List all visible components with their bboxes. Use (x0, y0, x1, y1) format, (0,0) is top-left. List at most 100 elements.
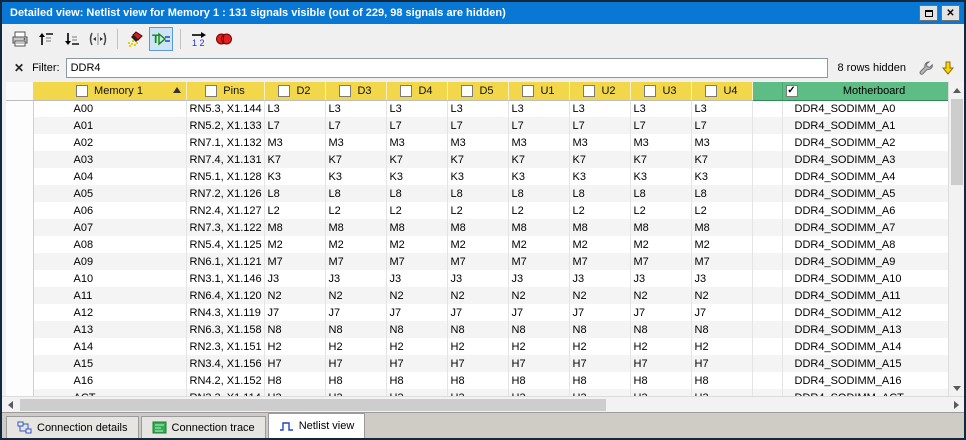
pins-cell[interactable]: RN7.3, X1.122 (186, 219, 264, 236)
pin-cell[interactable]: J3 (264, 270, 325, 287)
scroll-right-button[interactable] (948, 397, 964, 412)
u4-checkbox[interactable] (705, 85, 717, 97)
pin-cell[interactable]: N8 (691, 321, 752, 338)
signal-cell[interactable]: A03 (33, 151, 186, 168)
pin-cell[interactable]: L2 (691, 202, 752, 219)
pin-cell[interactable]: M7 (691, 253, 752, 270)
pin-cell[interactable]: L7 (691, 117, 752, 134)
pin-cell[interactable]: H7 (630, 355, 691, 372)
pin-cell[interactable]: L3 (264, 100, 325, 117)
vertical-scroll-thumb[interactable] (951, 99, 963, 185)
pin-cell[interactable]: M2 (325, 236, 386, 253)
motherboard-cell[interactable]: DDR4_SODIMM_A1 (782, 117, 948, 134)
table-row[interactable]: A01RN5.2, X1.133L7L7L7L7L7L7L7L7DDR4_SOD… (6, 117, 948, 134)
signal-cell[interactable]: A06 (33, 202, 186, 219)
pin-cell[interactable]: M7 (386, 253, 447, 270)
table-row[interactable]: A00RN5.3, X1.144L3L3L3L3L3L3L3L3DDR4_SOD… (6, 100, 948, 117)
pin-cell[interactable]: J3 (386, 270, 447, 287)
scroll-down-button[interactable] (949, 380, 964, 396)
pin-cell[interactable]: L3 (447, 100, 508, 117)
pin-cell[interactable]: K3 (630, 168, 691, 185)
pins-cell[interactable]: RN5.2, X1.133 (186, 117, 264, 134)
pin-cell[interactable]: H7 (264, 355, 325, 372)
u2-checkbox[interactable] (583, 85, 595, 97)
pins-cell[interactable]: RN4.2, X1.152 (186, 372, 264, 389)
signal-cell[interactable]: A09 (33, 253, 186, 270)
pin-cell[interactable]: K3 (691, 168, 752, 185)
motherboard-cell[interactable]: DDR4_SODIMM_A10 (782, 270, 948, 287)
signal-cell[interactable]: A12 (33, 304, 186, 321)
pin-cell[interactable]: H3 (691, 389, 752, 396)
table-row[interactable]: A10RN3.1, X1.146J3J3J3J3J3J3J3J3DDR4_SOD… (6, 270, 948, 287)
pin-cell[interactable]: H8 (691, 372, 752, 389)
pin-cell[interactable]: M3 (630, 134, 691, 151)
column-header-d3[interactable]: D3 (325, 82, 386, 100)
pin-cell[interactable]: N2 (691, 287, 752, 304)
signal-cell[interactable]: A02 (33, 134, 186, 151)
table-row[interactable]: A09RN6.1, X1.121M7M7M7M7M7M7M7M7DDR4_SOD… (6, 253, 948, 270)
table-row[interactable]: ACTRN3.3, X1.114H3H3H3H3H3H3H3H3DDR4_SOD… (6, 389, 948, 396)
pin-cell[interactable]: J7 (264, 304, 325, 321)
pin-cell[interactable]: M2 (264, 236, 325, 253)
scroll-left-button[interactable] (2, 397, 18, 412)
scroll-up-button[interactable] (949, 82, 964, 98)
pin-cell[interactable]: H8 (325, 372, 386, 389)
pin-cell[interactable]: H2 (386, 338, 447, 355)
pin-cell[interactable]: H3 (630, 389, 691, 396)
pin-cell[interactable]: H2 (569, 338, 630, 355)
pin-cell[interactable]: N8 (386, 321, 447, 338)
motherboard-cell[interactable]: DDR4_SODIMM_A7 (782, 219, 948, 236)
fit-columns-button[interactable] (86, 27, 110, 51)
column-header-d4[interactable]: D4 (386, 82, 447, 100)
pin-cell[interactable]: J3 (569, 270, 630, 287)
pin-cell[interactable]: L7 (386, 117, 447, 134)
pin-cell[interactable]: L2 (386, 202, 447, 219)
pin-cell[interactable]: K7 (508, 151, 569, 168)
pins-cell[interactable]: RN3.4, X1.156 (186, 355, 264, 372)
signal-cell[interactable]: A14 (33, 338, 186, 355)
pin-cell[interactable]: K7 (691, 151, 752, 168)
pin-cell[interactable]: L2 (447, 202, 508, 219)
pin-cell[interactable]: J7 (691, 304, 752, 321)
pin-cell[interactable]: H2 (264, 338, 325, 355)
pin-cell[interactable]: L7 (325, 117, 386, 134)
pins-cell[interactable]: RN6.1, X1.121 (186, 253, 264, 270)
tab-connection-details[interactable]: Connection details (6, 416, 139, 438)
motherboard-cell[interactable]: DDR4_SODIMM_A5 (782, 185, 948, 202)
pin-cell[interactable]: J7 (569, 304, 630, 321)
pins-cell[interactable]: RN4.3, X1.119 (186, 304, 264, 321)
pin-cell[interactable]: J7 (325, 304, 386, 321)
pin-cell[interactable]: M7 (630, 253, 691, 270)
column-header-d5[interactable]: D5 (447, 82, 508, 100)
pins-cell[interactable]: RN7.2, X1.126 (186, 185, 264, 202)
pin-cell[interactable]: M3 (447, 134, 508, 151)
table-row[interactable]: A13RN6.3, X1.158N8N8N8N8N8N8N8N8DDR4_SOD… (6, 321, 948, 338)
pin-cell[interactable]: N8 (630, 321, 691, 338)
pin-cell[interactable]: L8 (630, 185, 691, 202)
filter-settings-button[interactable] (916, 58, 936, 78)
table-row[interactable]: A08RN5.4, X1.125M2M2M2M2M2M2M2M2DDR4_SOD… (6, 236, 948, 253)
pin-cell[interactable]: L7 (264, 117, 325, 134)
pins-cell[interactable]: RN5.4, X1.125 (186, 236, 264, 253)
table-row[interactable]: A15RN3.4, X1.156H7H7H7H7H7H7H7H7DDR4_SOD… (6, 355, 948, 372)
motherboard-cell[interactable]: DDR4_SODIMM_A14 (782, 338, 948, 355)
filter-input[interactable] (66, 58, 828, 78)
pin-cell[interactable]: M2 (386, 236, 447, 253)
motherboard-cell[interactable]: DDR4_SODIMM_A0 (782, 100, 948, 117)
memory1-checkbox[interactable] (76, 85, 88, 97)
u3-checkbox[interactable] (644, 85, 656, 97)
pin-cell[interactable]: H3 (447, 389, 508, 396)
pin-cell[interactable]: M2 (630, 236, 691, 253)
horizontal-scrollbar[interactable] (2, 396, 964, 412)
pins-cell[interactable]: RN6.4, X1.120 (186, 287, 264, 304)
pin-cell[interactable]: M7 (447, 253, 508, 270)
pin-cell[interactable]: K7 (569, 151, 630, 168)
pin-cell[interactable]: M3 (264, 134, 325, 151)
signal-cell[interactable]: A13 (33, 321, 186, 338)
pin-cell[interactable]: K3 (447, 168, 508, 185)
pin-cell[interactable]: M8 (630, 219, 691, 236)
pin-cell[interactable]: M2 (691, 236, 752, 253)
signal-cell[interactable]: A05 (33, 185, 186, 202)
signal-cell[interactable]: A11 (33, 287, 186, 304)
u1-checkbox[interactable] (522, 85, 534, 97)
